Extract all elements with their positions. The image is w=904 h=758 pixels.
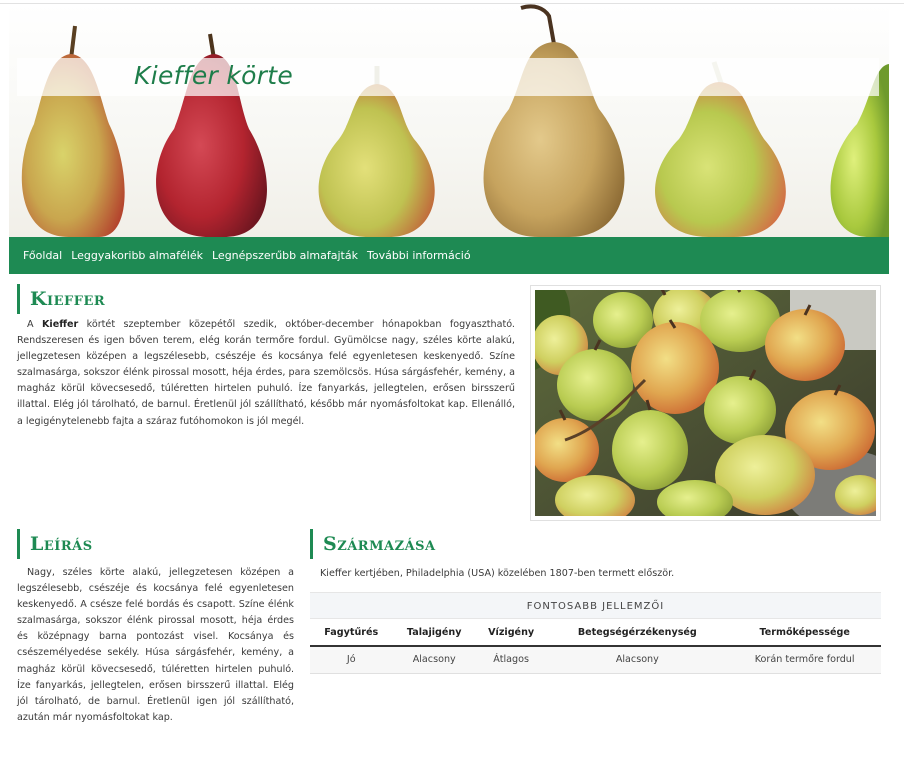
table-cell: Jó [310, 646, 393, 674]
table-caption: Fontosabb jellemzői [310, 592, 881, 619]
table-header-cell: Talajigény [392, 619, 476, 647]
kieffer-bold: Kieffer [41, 319, 79, 330]
table-cell: Korán termőre fordul [728, 646, 881, 674]
leiras-paragraph: Nagy, széles körte alakú, jellegzetesen … [17, 567, 294, 723]
table-header-cell: Termőképessége [728, 619, 881, 647]
kieffer-paragraph: A Kieffer körtét szeptember közepétől sz… [17, 319, 515, 427]
pears-banner-image [21, 4, 889, 237]
table-cell: Alacsony [392, 646, 476, 674]
site-title: Kieffer körte [134, 61, 294, 90]
table-header-cell: Betegségérzékenység [546, 619, 729, 647]
pears-photo-frame [530, 285, 881, 521]
nav-item-2[interactable]: Legnépszerűbb almafajták [212, 249, 358, 262]
table-row: Jó Alacsony Átlagos Alacsony Korán termőre f… [310, 646, 881, 674]
characteristics-table: Fontosabb jellemzői Fagytűrés Talajigény V… [310, 592, 881, 674]
nav-item-1[interactable]: Leggyakoribb almafélék [71, 249, 203, 262]
nav-item-0[interactable]: Főoldal [23, 249, 62, 262]
szarmazasa-heading: Származása [310, 529, 436, 559]
leiras-heading: Leírás [17, 529, 93, 559]
table-cell: Alacsony [546, 646, 729, 674]
main-nav: Főoldal Leggyakoribb almafélék Legnépszerű… [9, 237, 889, 274]
table-header-row: Fagytűrés Talajigény Vízigény Betegségérzék… [310, 619, 881, 647]
table-caption-text: Fontosabb jellemzői [526, 601, 665, 612]
pears-basket-photo [535, 290, 876, 516]
table-header-cell: Vízigény [475, 619, 547, 647]
table-header-cell: Fagytűrés [310, 619, 393, 647]
szarmazasa-paragraph: Kieffer kertjében, Philadelphia (USA) kö… [320, 568, 675, 579]
nav-item-3[interactable]: További információ [367, 249, 471, 262]
table-cell: Átlagos [475, 646, 547, 674]
header-banner: Kieffer körte [9, 4, 889, 237]
kieffer-heading: Kieffer [17, 284, 105, 314]
